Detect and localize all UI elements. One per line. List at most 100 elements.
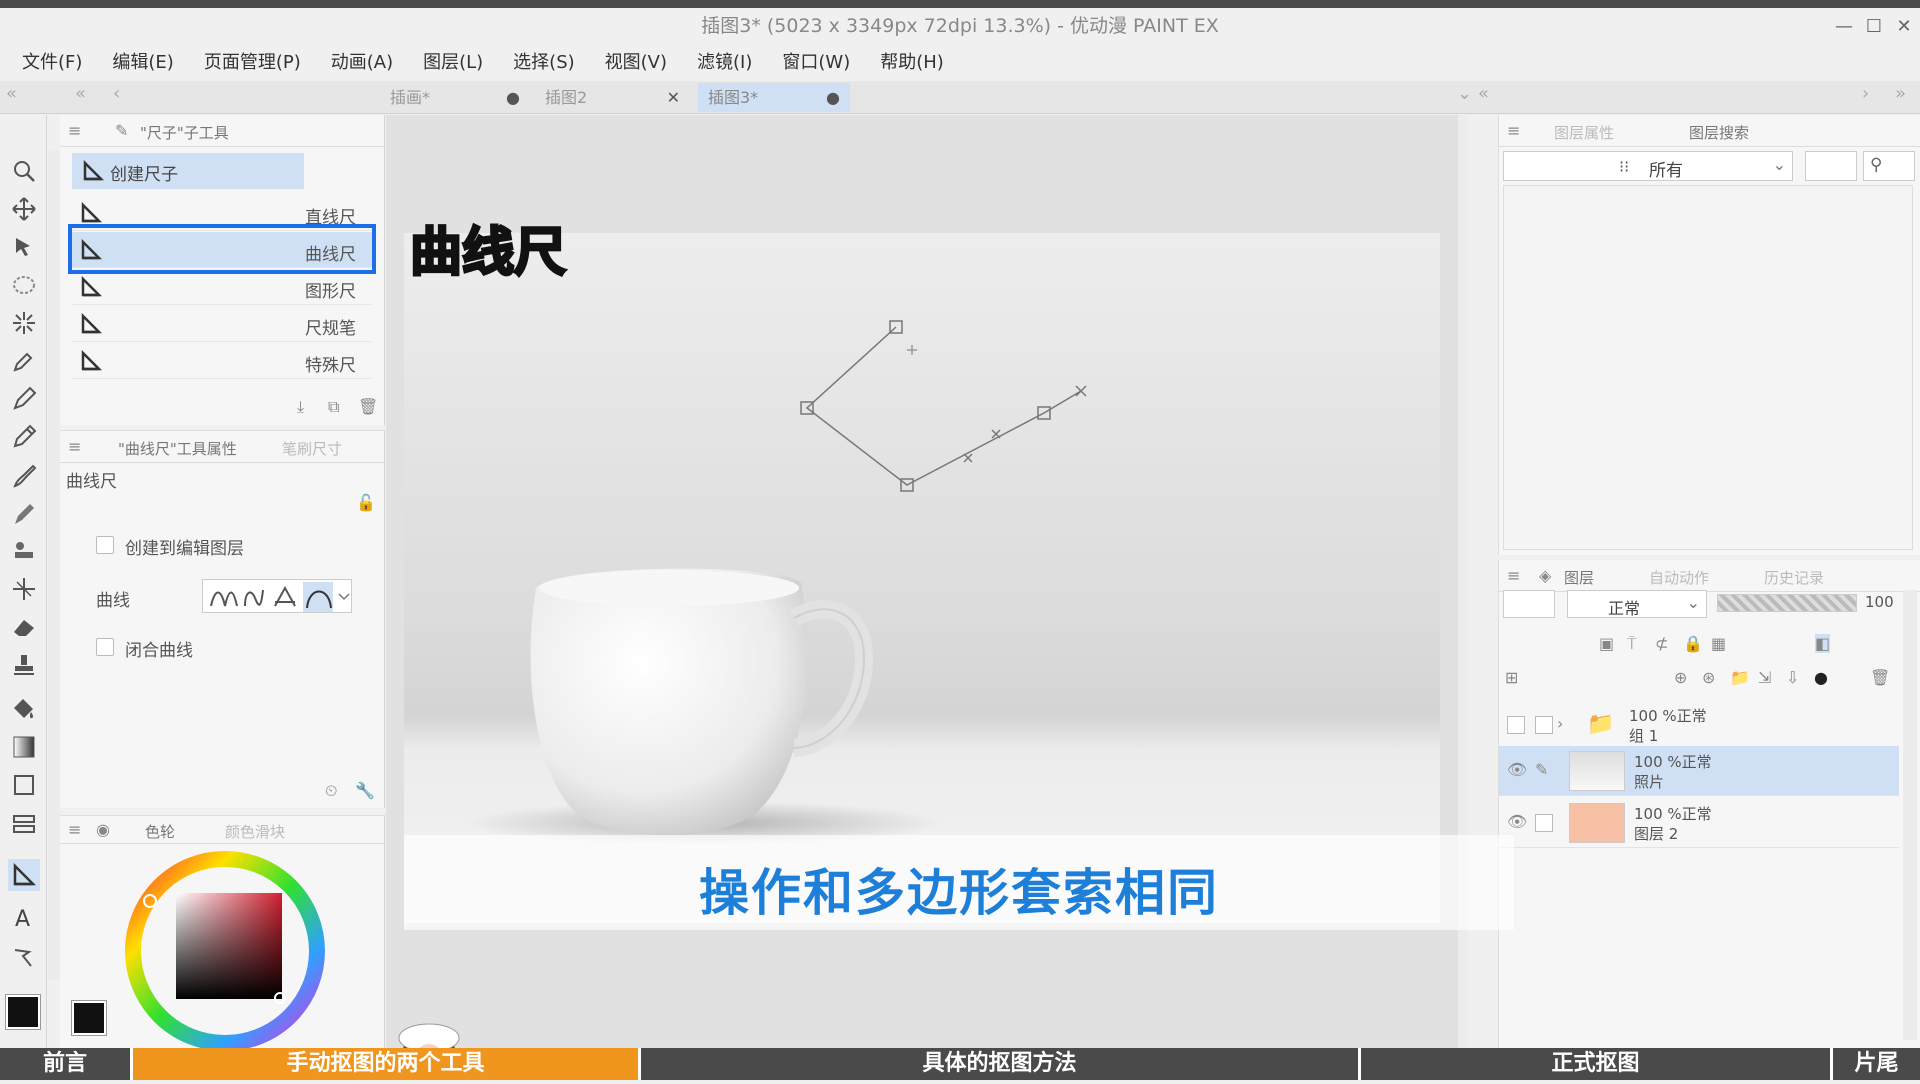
layer-type-filter[interactable]: [1805, 151, 1857, 181]
subtool-item-special-ruler[interactable]: 特殊尺: [72, 343, 372, 379]
edit-toggle[interactable]: [1535, 716, 1553, 734]
stamp-tool-icon[interactable]: [8, 649, 40, 681]
operation-tool-icon[interactable]: [8, 231, 40, 263]
transfer-down-icon[interactable]: ⇲: [1758, 668, 1771, 687]
figure-tool-icon[interactable]: [8, 769, 40, 801]
menu-help[interactable]: 帮助(H): [880, 45, 944, 81]
chapter-two-tools[interactable]: 手动抠图的两个工具: [133, 1048, 638, 1080]
layer-list-view-icon[interactable]: ⊞: [1505, 668, 1518, 687]
import-subtool-icon[interactable]: ⤓: [297, 397, 304, 417]
menu-select[interactable]: 选择(S): [513, 45, 574, 81]
layer-row-layer2[interactable]: 👁 100 %正常 图层 2: [1499, 798, 1899, 848]
tab-tool-property[interactable]: "曲线尺"工具属性: [118, 438, 237, 459]
tab-layer[interactable]: 图层: [1564, 567, 1594, 588]
main-color-swatch[interactable]: [5, 994, 41, 1030]
layer-row-group[interactable]: › 📁 100 %正常 组 1: [1499, 700, 1899, 750]
minimize-icon[interactable]: —: [1830, 8, 1858, 45]
delete-subtool-icon[interactable]: 🗑: [358, 397, 378, 416]
frame-border-tool-icon[interactable]: [8, 807, 40, 839]
menu-page[interactable]: 页面管理(P): [204, 45, 301, 81]
tab-history[interactable]: 历史记录: [1764, 567, 1824, 588]
opacity-slider[interactable]: [1717, 594, 1857, 612]
panel-menu-icon[interactable]: ≡: [68, 820, 81, 839]
close-icon[interactable]: ✕: [1890, 8, 1918, 45]
chapter-ending[interactable]: 片尾: [1833, 1048, 1920, 1080]
lock-layer-icon[interactable]: 🔒: [1683, 634, 1703, 653]
panel-menu-icon[interactable]: ≡: [68, 437, 81, 456]
menu-view[interactable]: 视图(V): [605, 45, 667, 81]
pen-tool-icon[interactable]: [8, 383, 40, 415]
gradient-tool-icon[interactable]: [8, 731, 40, 763]
wrench-icon[interactable]: 🔧: [355, 781, 375, 800]
tab-layer-property[interactable]: 图层属性: [1554, 122, 1614, 143]
move-tool-icon[interactable]: [8, 193, 40, 225]
subtool-group-create-ruler[interactable]: 创建尺子: [72, 153, 304, 189]
ruler-tool-icon[interactable]: [8, 859, 40, 891]
tab-color-wheel[interactable]: 色轮: [145, 821, 175, 842]
layer-filter-select[interactable]: ⁝⁝ 所有 ⌄: [1503, 151, 1793, 181]
opacity-value[interactable]: 100: [1865, 593, 1894, 611]
duplicate-subtool-icon[interactable]: ⧉: [328, 397, 339, 417]
tab-close-icon[interactable]: ✕: [667, 83, 680, 112]
eye-icon[interactable]: 👁: [1507, 812, 1527, 831]
subtool-item-figure-ruler[interactable]: 图形尺: [72, 269, 372, 305]
layer-color-icon[interactable]: ◧: [1815, 634, 1831, 653]
menu-filter[interactable]: 滤镜(I): [697, 45, 752, 81]
chapter-method[interactable]: 具体的抠图方法: [641, 1048, 1358, 1080]
tab-illustration[interactable]: 插画* ●: [380, 83, 530, 112]
closed-curve-checkbox[interactable]: [96, 638, 114, 656]
fill-tool-icon[interactable]: [8, 693, 40, 725]
tab-modified-icon[interactable]: ●: [506, 83, 520, 112]
blend-mode-select[interactable]: 正常 ⌄: [1567, 590, 1707, 618]
lock-transparent-icon[interactable]: ▦: [1711, 634, 1726, 653]
tab-modified-icon[interactable]: ●: [826, 83, 840, 112]
subtool-item-ruler-pen[interactable]: 尺规笔: [72, 306, 372, 342]
layer-mask-icon[interactable]: ●: [1814, 668, 1828, 687]
airbrush-tool-icon[interactable]: [8, 497, 40, 529]
collapse-panel-icon[interactable]: «: [75, 83, 86, 104]
panel-menu-icon[interactable]: ≡: [1507, 566, 1520, 585]
chevron-left-icon[interactable]: ‹: [113, 83, 120, 104]
new-vector-layer-icon[interactable]: ⊛: [1702, 668, 1715, 687]
eyedropper-tool-icon[interactable]: [8, 345, 40, 377]
curve-type-selector[interactable]: [202, 579, 352, 613]
chapter-intro[interactable]: 前言: [0, 1048, 130, 1080]
main-color-swatch[interactable]: [71, 1000, 107, 1036]
tab-auto-action[interactable]: 自动动作: [1649, 567, 1709, 588]
layer-color-select[interactable]: [1503, 590, 1555, 618]
clip-layer-icon[interactable]: ⊄: [1655, 634, 1668, 653]
collapse-right-icon[interactable]: «: [1478, 83, 1489, 104]
pen-edit-icon[interactable]: ✎: [1535, 760, 1548, 779]
reset-property-icon[interactable]: ⏲: [325, 781, 337, 801]
collapse-left-icon[interactable]: «: [6, 83, 17, 104]
create-on-edit-layer-checkbox[interactable]: [96, 536, 114, 554]
pencil-tool-icon[interactable]: [8, 421, 40, 453]
tab-illustration-3[interactable]: 插图3* ●: [698, 83, 850, 112]
eraser-tool-icon[interactable]: [8, 611, 40, 643]
menu-window[interactable]: 窗口(W): [782, 45, 850, 81]
eye-icon[interactable]: 👁: [1507, 760, 1527, 779]
expand-right-icon[interactable]: »: [1895, 83, 1906, 104]
tab-brush-size[interactable]: 笔刷尺寸: [282, 438, 342, 459]
reference-layer-icon[interactable]: ▣: [1599, 634, 1614, 653]
layer-row-photo[interactable]: 👁 ✎ 100 %正常 照片: [1499, 746, 1899, 796]
color-wheel[interactable]: [120, 851, 330, 1051]
visibility-toggle[interactable]: [1507, 716, 1525, 734]
panel-menu-icon[interactable]: ≡: [1507, 121, 1520, 140]
delete-layer-icon[interactable]: 🗑: [1870, 668, 1890, 687]
chapter-formal[interactable]: 正式抠图: [1361, 1048, 1830, 1080]
tab-list-icon[interactable]: ⌄: [1457, 83, 1472, 104]
selection-tool-icon[interactable]: [8, 269, 40, 301]
tab-layer-search[interactable]: 图层搜索: [1689, 122, 1749, 143]
edit-toggle[interactable]: [1535, 814, 1553, 832]
panel-menu-icon[interactable]: ≡: [68, 121, 81, 140]
lock-icon[interactable]: 🔓: [356, 493, 376, 512]
merge-down-icon[interactable]: ⇩: [1786, 668, 1799, 687]
search-option-button[interactable]: ⚲: [1863, 151, 1915, 181]
text-tool-icon[interactable]: A: [8, 901, 40, 933]
new-folder-icon[interactable]: 📁: [1730, 668, 1750, 687]
menu-file[interactable]: 文件(F): [22, 45, 82, 81]
brush-tool-icon[interactable]: [8, 459, 40, 491]
chevron-right-icon[interactable]: ›: [1862, 83, 1869, 104]
decoration-tool-icon[interactable]: [8, 535, 40, 567]
